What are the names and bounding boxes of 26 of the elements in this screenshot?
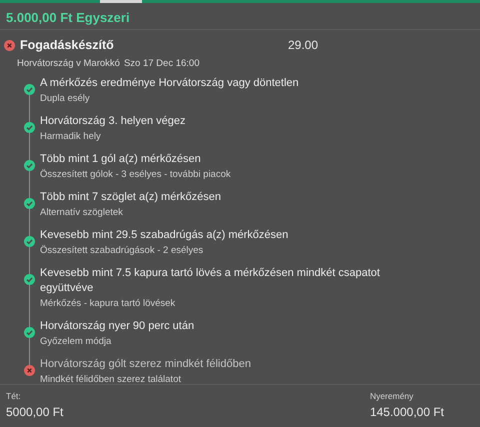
selection-title: Horvátország gólt szerez mindkét félidőben bbox=[40, 357, 251, 372]
selection-title: Kevesebb mint 29.5 szabadrúgás a(z) mérkőzésen bbox=[40, 228, 288, 243]
selection-title: Horvátország 3. helyen végez bbox=[40, 114, 186, 129]
market-name: Harmadik hely bbox=[40, 130, 102, 144]
market-name: Győzelem módja bbox=[40, 335, 112, 349]
market-name: Összesített szabadrúgások - 2 esélyes bbox=[40, 244, 204, 258]
bet-type-title: 5.000,00 Ft Egyszeri bbox=[6, 10, 130, 25]
market-name: Összesített gólok - 3 esélyes - további piacok bbox=[40, 168, 231, 182]
stake-label: Tét: bbox=[6, 391, 22, 401]
event-name: Horvátország v Marokkó bbox=[17, 58, 120, 69]
event-date: Szo 17 Dec 16:00 bbox=[124, 58, 200, 69]
selection-title: Több mint 7 szöglet a(z) mérkőzésen bbox=[40, 190, 221, 205]
selection-title: Kevesebb mint 7.5 kapura tartó lövés a mérkőzésen mindkét csapatot együttvéve bbox=[40, 266, 380, 296]
returns-label: Nyeremény bbox=[370, 391, 414, 401]
market-name: Mindkét félidőben szerez találatot bbox=[40, 373, 182, 387]
scroll-indicator bbox=[100, 0, 142, 3]
returns-value: 145.000,00 Ft bbox=[370, 405, 444, 419]
selection-title: Több mint 1 gól a(z) mérkőzésen bbox=[40, 152, 202, 167]
bet-title: Fogadáskészítő bbox=[20, 38, 115, 52]
market-name: Dupla esély bbox=[40, 92, 91, 106]
market-name: Alternatív szögletek bbox=[40, 206, 124, 220]
market-name: Mérkőzés - kapura tartó lövések bbox=[40, 297, 176, 311]
odds: 29.00 bbox=[288, 38, 318, 52]
selection-title: Horvátország nyer 90 perc után bbox=[40, 319, 194, 334]
selection-title: A mérkőzés eredménye Horvátország vagy döntetlen bbox=[40, 76, 299, 91]
stake-value: 5000,00 Ft bbox=[6, 405, 64, 419]
